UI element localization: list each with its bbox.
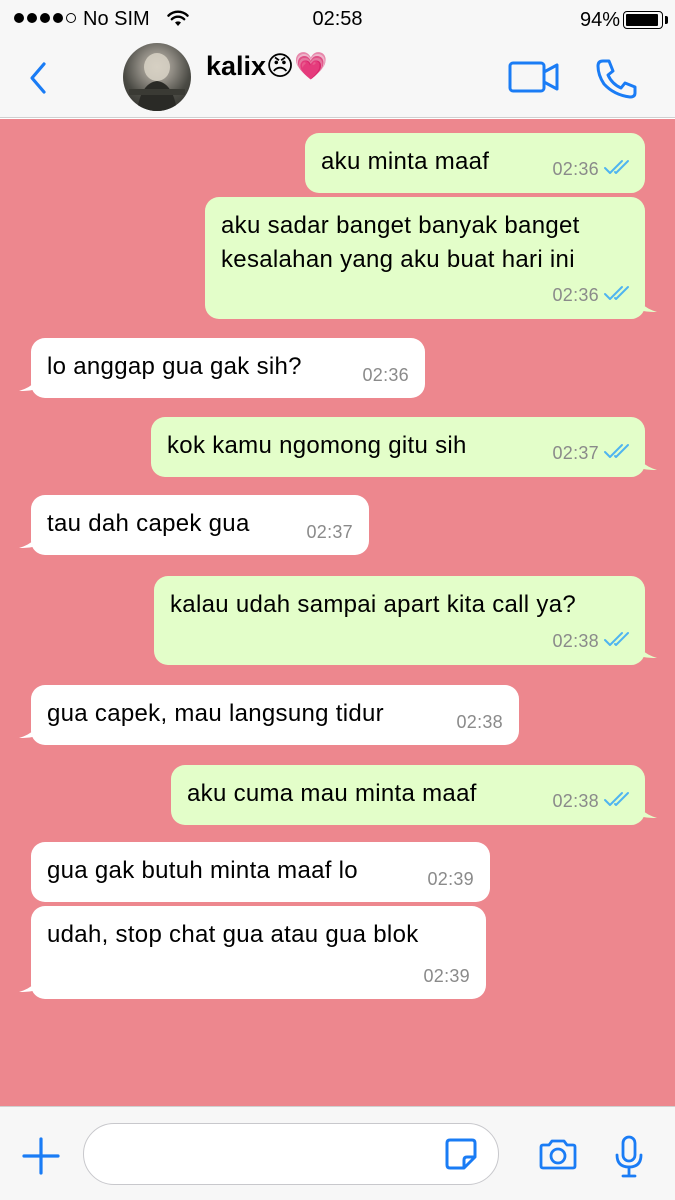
- message-text: gua capek, mau langsung tidur: [47, 700, 384, 727]
- contact-name[interactable]: kalix😠💗: [206, 50, 328, 82]
- message-input-bar: [0, 1106, 675, 1200]
- bubble-tail: [635, 636, 657, 665]
- incoming-message[interactable]: gua gak butuh minta maaf lo 02:39: [31, 842, 490, 902]
- message-time: 02:37: [552, 443, 599, 463]
- message-time: 02:38: [456, 712, 503, 732]
- incoming-message[interactable]: tau dah capek gua 02:37: [19, 495, 369, 555]
- message-text: aku sadar banget banyak banget kesalahan…: [221, 212, 580, 273]
- bubble-tail: [19, 716, 41, 745]
- video-call-icon: [508, 61, 559, 93]
- message-text: gua gak butuh minta maaf lo: [47, 857, 358, 884]
- bubble-tail: [635, 448, 657, 477]
- incoming-message[interactable]: gua capek, mau langsung tidur 02:38: [19, 685, 519, 745]
- message-time: 02:37: [306, 522, 353, 542]
- contact-avatar[interactable]: [123, 43, 191, 111]
- outgoing-message[interactable]: aku sadar banget banyak banget kesalahan…: [205, 197, 657, 319]
- read-receipt-icon: [603, 158, 633, 181]
- incoming-message[interactable]: udah, stop chat gua atau gua blok 02:39: [19, 906, 486, 999]
- back-button[interactable]: [22, 58, 56, 98]
- bubble-tail: [635, 796, 657, 825]
- message-text: tau dah capek gua: [47, 510, 250, 537]
- sticker-button[interactable]: [444, 1137, 478, 1176]
- incoming-message[interactable]: lo anggap gua gak sih? 02:36: [19, 338, 425, 398]
- message-text: kalau udah sampai apart kita call ya?: [170, 591, 576, 618]
- sticker-icon: [445, 1138, 477, 1170]
- video-call-button[interactable]: [508, 60, 560, 99]
- message-time: 02:36: [362, 365, 409, 385]
- phone-icon: [596, 59, 637, 99]
- battery-tip: [665, 16, 668, 24]
- outgoing-message[interactable]: aku minta maaf 02:36: [305, 133, 645, 193]
- message-text: aku minta maaf: [321, 148, 490, 175]
- battery-icon: [623, 11, 663, 29]
- outgoing-message[interactable]: aku cuma mau minta maaf 02:38: [171, 765, 657, 825]
- voice-message-button[interactable]: [614, 1135, 644, 1184]
- status-bar: No SIM 02:58 94%: [0, 0, 675, 38]
- read-receipt-icon: [603, 630, 633, 653]
- message-time: 02:38: [552, 791, 599, 811]
- message-time: 02:36: [552, 285, 599, 305]
- bubble-tail: [19, 970, 41, 999]
- battery-percentage: 94%: [579, 9, 620, 31]
- message-time: 02:39: [423, 966, 470, 986]
- message-time: 02:39: [427, 869, 474, 889]
- read-receipt-icon: [603, 790, 633, 813]
- microphone-icon: [615, 1135, 643, 1178]
- read-receipt-icon: [603, 442, 633, 465]
- camera-button[interactable]: [538, 1139, 578, 1176]
- message-text: aku cuma mau minta maaf: [187, 780, 477, 807]
- attach-button[interactable]: [22, 1137, 60, 1180]
- clock: 02:58: [312, 8, 363, 30]
- voice-call-button[interactable]: [594, 58, 638, 105]
- message-text: udah, stop chat gua atau gua blok: [47, 921, 419, 948]
- camera-icon: [539, 1139, 577, 1170]
- message-time: 02:36: [552, 159, 599, 179]
- chat-header: kalix😠💗: [0, 38, 675, 118]
- message-time: 02:38: [552, 631, 599, 651]
- message-input[interactable]: [83, 1123, 499, 1185]
- read-receipt-icon: [603, 284, 633, 307]
- chat-area[interactable]: aku minta maaf 02:36 aku sadar banget ba…: [0, 119, 675, 1106]
- message-text: kok kamu ngomong gitu sih: [167, 432, 467, 459]
- plus-icon: [22, 1137, 60, 1175]
- bubble-tail: [635, 290, 657, 319]
- outgoing-message[interactable]: kalau udah sampai apart kita call ya? 02…: [154, 576, 657, 665]
- back-chevron-icon: [30, 62, 46, 94]
- message-text: lo anggap gua gak sih?: [47, 353, 302, 380]
- bubble-tail: [19, 526, 41, 555]
- outgoing-message[interactable]: kok kamu ngomong gitu sih 02:37: [151, 417, 657, 477]
- bubble-tail: [19, 369, 41, 398]
